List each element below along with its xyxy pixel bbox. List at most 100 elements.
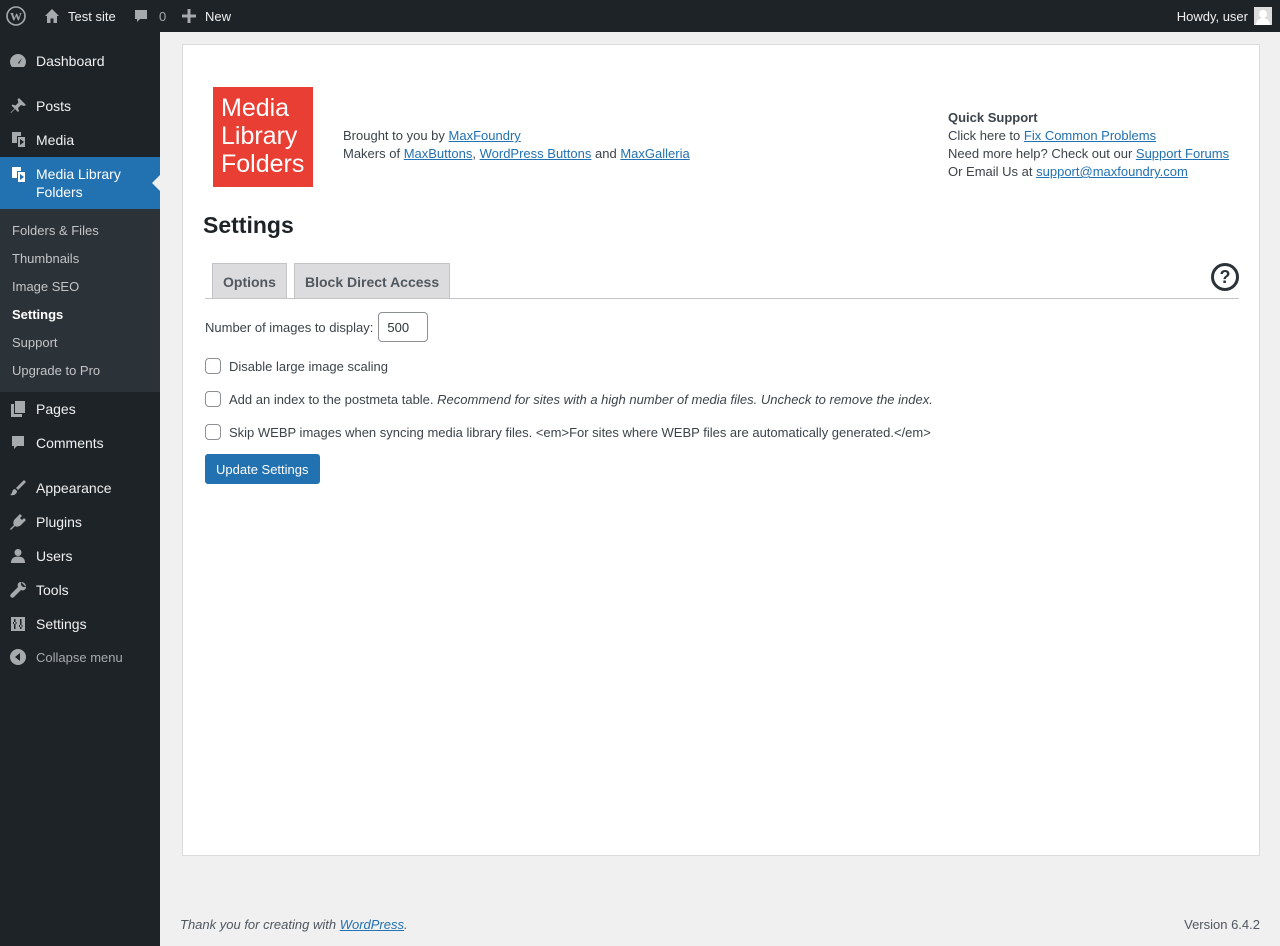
submenu-item-image-seo[interactable]: Image SEO	[12, 279, 79, 294]
site-name: Test site	[68, 8, 116, 24]
user-icon	[0, 547, 36, 565]
logo-line: Media	[221, 94, 290, 122]
sidebar-item-label: Posts	[36, 98, 72, 114]
howdy-text: Howdy, user	[1176, 8, 1248, 24]
postmeta-index-checkbox[interactable]	[205, 391, 221, 407]
sidebar-item-label: Media	[36, 132, 75, 148]
sidebar-item-label: Media Library Folders	[36, 166, 121, 200]
wordpress-buttons-link[interactable]: WordPress Buttons	[480, 146, 592, 161]
wrench-icon	[0, 581, 36, 599]
admin-bar: W Test site 0 New Howdy, user	[0, 0, 1280, 32]
postmeta-index-label: Add an index to the postmeta table.	[229, 391, 434, 407]
media-folders-icon	[0, 157, 36, 184]
new-label: New	[205, 8, 232, 24]
option-row: Add an index to the postmeta table. Reco…	[205, 391, 933, 407]
sidebar-item-label: Appearance	[36, 480, 112, 496]
sidebar-item-label: Users	[36, 548, 73, 564]
num-images-label: Number of images to display:	[205, 319, 374, 335]
update-settings-button[interactable]: Update Settings	[205, 454, 320, 484]
settings-icon	[0, 615, 36, 633]
sidebar-item-label: Plugins	[36, 514, 82, 530]
sidebar-item-comments[interactable]: Comments	[0, 428, 160, 458]
postmeta-index-note: Recommend for sites with a high number o…	[437, 391, 933, 407]
settings-panel: Media Library Folders Brought to you by …	[182, 44, 1260, 856]
fix-common-problems-link[interactable]: Fix Common Problems	[1024, 128, 1156, 143]
sidebar-item-settings[interactable]: Settings	[0, 609, 160, 639]
sidebar-item-label: Settings	[36, 616, 87, 632]
avatar	[1254, 7, 1272, 25]
version-text: Version 6.4.2	[1184, 917, 1260, 932]
submenu-item-folders-files[interactable]: Folders & Files	[12, 223, 99, 238]
comments-link[interactable]: 0	[133, 0, 166, 32]
comments-icon	[0, 434, 36, 452]
media-library-folders-logo: Media Library Folders	[213, 87, 313, 187]
new-content-link[interactable]: New	[182, 0, 231, 32]
credits-text: and	[595, 146, 617, 161]
tab-block-direct-access[interactable]: Block Direct Access	[294, 263, 451, 299]
page-title: Settings	[203, 212, 294, 238]
submenu-item-support[interactable]: Support	[12, 335, 58, 350]
logo-line: Folders	[221, 150, 305, 178]
sidebar-item-plugins[interactable]: Plugins	[0, 507, 160, 537]
sidebar-item-posts[interactable]: Posts	[0, 91, 160, 121]
skip-webp-checkbox[interactable]	[205, 424, 221, 440]
sidebar-item-users[interactable]: Users	[0, 541, 160, 571]
num-images-row: Number of images to display:	[205, 312, 429, 342]
support-forums-link[interactable]: Support Forums	[1136, 146, 1229, 161]
submenu-item-settings[interactable]: Settings	[12, 307, 63, 322]
quick-support: Quick Support Click here to Fix Common P…	[948, 109, 1229, 181]
footer-text: Thank you for creating with	[180, 917, 337, 932]
submenu-item-thumbnails[interactable]: Thumbnails	[12, 251, 79, 266]
credits: Brought to you by MaxFoundry Makers of M…	[343, 127, 690, 163]
sidebar-item-pages[interactable]: Pages	[0, 394, 160, 424]
option-row: Disable large image scaling	[205, 358, 388, 374]
footer-text: .	[404, 917, 408, 932]
comment-bubble-icon	[135, 10, 147, 22]
tab-options[interactable]: Options	[212, 263, 287, 299]
collapse-menu-label: Collapse menu	[36, 649, 123, 665]
maxgalleria-link[interactable]: MaxGalleria	[620, 146, 689, 161]
help-icon[interactable]: ?	[1211, 263, 1239, 291]
pages-icon	[0, 400, 36, 418]
wordpress-link[interactable]: WordPress	[340, 917, 404, 932]
support-text: Need more help? Check out our	[948, 146, 1133, 161]
site-name-link[interactable]: Test site	[44, 0, 116, 32]
home-icon	[45, 9, 59, 23]
support-text: Or Email Us at	[948, 164, 1033, 179]
sidebar-item-dashboard[interactable]: Dashboard	[0, 46, 160, 76]
sidebar-item-tools[interactable]: Tools	[0, 575, 160, 605]
sidebar-item-appearance[interactable]: Appearance	[0, 473, 160, 503]
num-images-input[interactable]	[378, 312, 429, 342]
support-email-link[interactable]: support@maxfoundry.com	[1036, 164, 1188, 179]
wordpress-logo-icon[interactable]: W	[6, 0, 28, 32]
tab-divider	[205, 298, 1239, 299]
submenu-item-upgrade-to-pro[interactable]: Upgrade to Pro	[12, 363, 100, 378]
admin-sidebar: Dashboard Posts Media Media Library Fold…	[0, 32, 160, 946]
plus-icon	[182, 9, 196, 23]
media-icon	[0, 131, 36, 149]
option-row: Skip WEBP images when syncing media libr…	[205, 424, 931, 440]
my-account-link[interactable]: Howdy, user	[1177, 0, 1272, 32]
sidebar-item-label: Tools	[36, 582, 69, 598]
maxbuttons-link[interactable]: MaxButtons	[404, 146, 473, 161]
maxfoundry-link[interactable]: MaxFoundry	[449, 128, 521, 143]
pin-icon	[0, 97, 36, 115]
sidebar-item-media-library-folders[interactable]: Media Library Folders	[0, 157, 160, 209]
sidebar-item-media[interactable]: Media	[0, 125, 160, 155]
credits-separator: ,	[472, 146, 476, 161]
disable-scaling-checkbox[interactable]	[205, 358, 221, 374]
plugin-icon	[0, 513, 36, 531]
admin-footer: Thank you for creating with WordPress. V…	[180, 917, 1260, 932]
comments-count: 0	[159, 8, 167, 24]
svg-text:W: W	[10, 10, 22, 24]
sidebar-item-label: Pages	[36, 401, 76, 417]
submenu-media-library-folders: Folders & Files Thumbnails Image SEO Set…	[0, 209, 160, 392]
support-text: Click here to	[948, 128, 1021, 143]
sidebar-item-label: Dashboard	[36, 53, 105, 69]
disable-scaling-label: Disable large image scaling	[229, 358, 388, 374]
dashboard-icon	[0, 52, 36, 70]
credits-text: Makers of	[343, 146, 401, 161]
brush-icon	[0, 479, 36, 497]
quick-support-heading: Quick Support	[948, 110, 1038, 125]
collapse-menu-button[interactable]: Collapse menu	[0, 642, 160, 672]
